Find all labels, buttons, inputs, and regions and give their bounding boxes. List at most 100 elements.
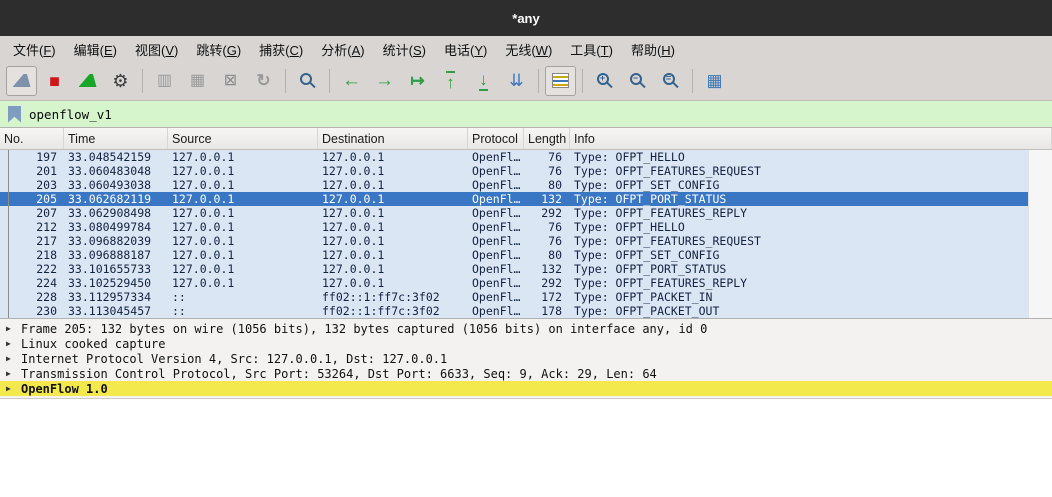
expander-icon[interactable]: ▶ [6, 339, 21, 348]
toolbar: ■ ⚙ ▥ ▦ ⊠ ↻ ← → ↦ ↑ ↓ ⇊ + − = ▦ [0, 61, 1052, 101]
packet-row[interactable]: 203 33.060493038 127.0.0.1 127.0.0.1 OpenFl…… [0, 178, 1028, 192]
save-file-button[interactable]: ▦ [182, 66, 213, 96]
column-header-info[interactable]: Info [570, 128, 1052, 149]
packet-row[interactable]: 222 33.101655733 127.0.0.1 127.0.0.1 OpenFl…… [0, 262, 1028, 276]
packet-row[interactable]: 218 33.096888187 127.0.0.1 127.0.0.1 OpenFl…… [0, 248, 1028, 262]
packet-length: 80 [548, 248, 562, 262]
filter-bookmark-icon[interactable] [8, 105, 21, 123]
packet-row[interactable]: 212 33.080499784 127.0.0.1 127.0.0.1 OpenFl…… [0, 220, 1028, 234]
restart-capture-button[interactable] [72, 66, 103, 96]
first-packet-button[interactable]: ↑ [435, 66, 466, 96]
detail-row[interactable]: ▶ Frame 205: 132 bytes on wire (1056 bits… [0, 321, 1052, 336]
menu-bar: 文件(F) 编辑(E) 视图(V) 跳转(G) 捕获(C) 分析(A) 统计(S) 电话(Y)… [0, 36, 1052, 61]
packet-row[interactable]: 228 33.112957334:: ff02::1:ff7c:3f02 OpenFl… [0, 290, 1028, 304]
packet-source: 127.0.0.1 [172, 234, 235, 248]
packet-protocol: OpenFl… [472, 304, 521, 318]
packet-list-body: 197 33.048542159 127.0.0.1 127.0.0.1 OpenFl…… [0, 150, 1028, 318]
expander-icon[interactable]: ▶ [6, 384, 21, 393]
stop-capture-icon: ■ [49, 70, 60, 91]
last-packet-button[interactable]: ↓ [468, 66, 499, 96]
packet-time: 33.101655733 [68, 262, 152, 276]
packet-destination: 127.0.0.1 [322, 150, 385, 164]
packet-row[interactable]: 201 33.060483048 127.0.0.1 127.0.0.1 OpenFl…… [0, 164, 1028, 178]
zoom-in-button[interactable]: + [589, 66, 620, 96]
packet-protocol: OpenFl… [472, 164, 521, 178]
column-header-length[interactable]: Length [524, 128, 570, 149]
menu-item-go[interactable]: 跳转(G) [187, 36, 250, 61]
expander-icon[interactable]: ▶ [6, 369, 21, 378]
next-packet-button[interactable]: → [369, 66, 400, 96]
packet-destination: ff02::1:ff7c:3f02 [322, 290, 440, 304]
zoom-original-button[interactable]: = [655, 66, 686, 96]
packet-row[interactable]: 197 33.048542159 127.0.0.1 127.0.0.1 OpenFl…… [0, 150, 1028, 164]
packet-no: 197 [36, 150, 57, 164]
reload-file-button[interactable]: ↻ [248, 66, 279, 96]
menu-item-help[interactable]: 帮助(H) [622, 36, 684, 61]
packet-destination: 127.0.0.1 [322, 192, 385, 206]
packet-list-header: No. Time Source Destination Protocol Length In… [0, 128, 1052, 150]
packet-no: 201 [36, 164, 57, 178]
packet-protocol: OpenFl… [472, 220, 521, 234]
column-header-no[interactable]: No. [0, 128, 64, 149]
column-header-source[interactable]: Source [168, 128, 318, 149]
wireshark-window: *any 文件(F) 编辑(E) 视图(V) 跳转(G) 捕获(C) 分析(A) 统计(S)… [0, 0, 1052, 497]
packet-destination: 127.0.0.1 [322, 206, 385, 220]
menu-item-wireless[interactable]: 无线(W) [496, 36, 561, 61]
packet-source: :: [172, 290, 186, 304]
packet-length: 178 [541, 304, 562, 318]
menu-item-tools[interactable]: 工具(T) [561, 36, 622, 61]
packet-no: 224 [36, 276, 57, 290]
detail-row[interactable]: ▶ Linux cooked capture [0, 336, 1052, 351]
packet-row[interactable]: 205 33.062682119 127.0.0.1 127.0.0.1 OpenFl…… [0, 192, 1028, 206]
column-header-time[interactable]: Time [64, 128, 168, 149]
detail-row[interactable]: ▶ OpenFlow 1.0 [0, 381, 1052, 396]
packet-list-scrollbar[interactable] [1028, 150, 1052, 318]
capture-options-button[interactable]: ⚙ [105, 66, 136, 96]
filter-input[interactable] [29, 101, 1052, 127]
menu-item-capture[interactable]: 捕获(C) [250, 36, 312, 61]
packet-info: Type: OFPT_FEATURES_REPLY [574, 276, 748, 290]
close-file-button[interactable]: ⊠ [215, 66, 246, 96]
expander-icon[interactable]: ▶ [6, 354, 21, 363]
previous-packet-button[interactable]: ← [336, 66, 367, 96]
previous-packet-icon: ← [342, 70, 361, 91]
window-titlebar[interactable]: *any [0, 0, 1052, 36]
stop-capture-button[interactable]: ■ [39, 66, 70, 96]
menu-item-view[interactable]: 视图(V) [126, 36, 187, 61]
packet-row[interactable]: 217 33.096882039 127.0.0.1 127.0.0.1 OpenFl…… [0, 234, 1028, 248]
column-header-destination[interactable]: Destination [318, 128, 468, 149]
menu-item-statistics[interactable]: 统计(S) [374, 36, 435, 61]
resize-columns-button[interactable]: ▦ [699, 66, 730, 96]
packet-length: 80 [548, 178, 562, 192]
menu-item-telephony[interactable]: 电话(Y) [435, 36, 496, 61]
column-header-protocol[interactable]: Protocol [468, 128, 524, 149]
packet-info: Type: OFPT_PORT_STATUS [574, 262, 727, 276]
find-packet-button[interactable] [292, 66, 323, 96]
auto-scroll-button[interactable]: ⇊ [501, 66, 532, 96]
packet-no: 230 [36, 304, 57, 318]
packet-protocol: OpenFl… [472, 234, 521, 248]
packet-destination: 127.0.0.1 [322, 276, 385, 290]
packet-no: 217 [36, 234, 57, 248]
open-file-button[interactable]: ▥ [149, 66, 180, 96]
packet-row[interactable]: 207 33.062908498 127.0.0.1 127.0.0.1 OpenFl…… [0, 206, 1028, 220]
packet-row[interactable]: 224 33.102529450 127.0.0.1 127.0.0.1 OpenFl…… [0, 276, 1028, 290]
packet-length: 76 [548, 234, 562, 248]
find-packet-icon [299, 73, 312, 85]
menu-item-analyze[interactable]: 分析(A) [312, 36, 373, 61]
zoom-out-button[interactable]: − [622, 66, 653, 96]
packet-time: 33.113045457 [68, 304, 152, 318]
start-capture-button[interactable] [6, 65, 37, 96]
go-to-packet-button[interactable]: ↦ [402, 66, 433, 96]
packet-protocol: OpenFl… [472, 290, 521, 304]
colorize-button[interactable] [545, 65, 576, 96]
menu-item-file[interactable]: 文件(F) [4, 36, 65, 61]
expander-icon[interactable]: ▶ [6, 324, 21, 333]
packet-bytes-pane [0, 398, 1052, 497]
packet-destination: 127.0.0.1 [322, 248, 385, 262]
packet-row[interactable]: 230 33.113045457:: ff02::1:ff7c:3f02 OpenFl… [0, 304, 1028, 318]
toolbar-separator [329, 68, 330, 93]
detail-row[interactable]: ▶ Internet Protocol Version 4, Src: 127.0… [0, 351, 1052, 366]
menu-item-edit[interactable]: 编辑(E) [65, 36, 126, 61]
detail-row[interactable]: ▶ Transmission Control Protocol, Src Port… [0, 366, 1052, 381]
